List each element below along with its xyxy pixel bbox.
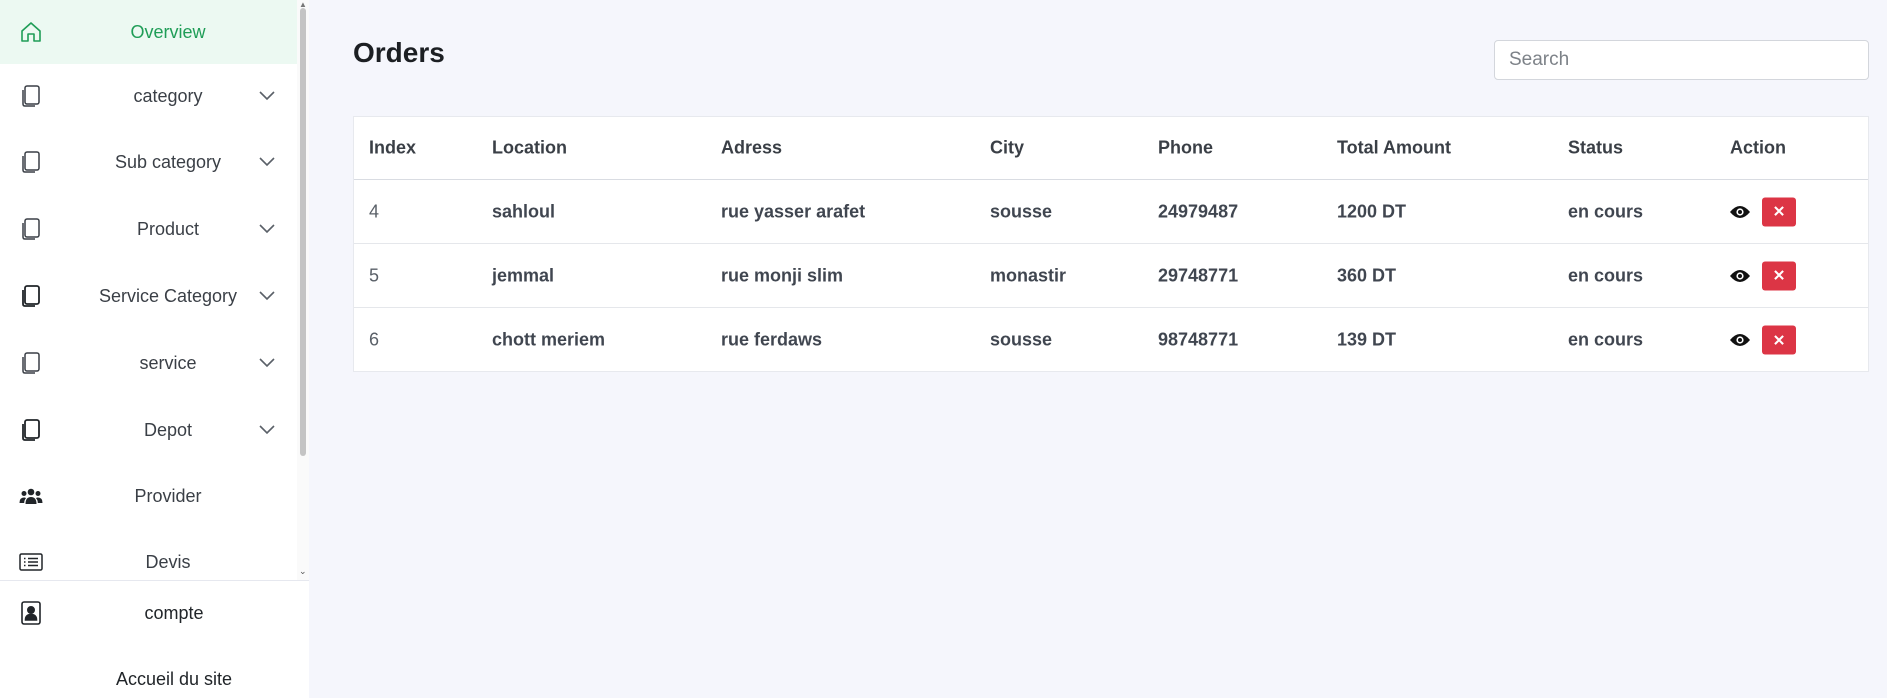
sidebar-item-label: Sub category [114,151,222,172]
sidebar-item-label: Provider [134,485,202,506]
column-header-adress: Adress [721,137,783,158]
eye-icon[interactable] [1729,332,1751,348]
column-header-total-amount: Total Amount [1337,137,1451,158]
account-icon [19,601,43,625]
sidebar-scrollbar[interactable]: ▲ ⌄ [297,0,309,580]
sidebar-item-label: compte [144,603,204,623]
cell-city: monastir [990,265,1067,285]
sidebar-menu: Overview category Sub category Product S… [0,0,297,580]
column-header-status: Status [1568,137,1624,158]
sidebar-item-service[interactable]: service [0,331,297,395]
sidebar-item-label: category [133,85,203,106]
copy-icon [19,217,43,241]
sidebar-item-category[interactable]: category [0,64,297,128]
cell-status: en cours [1568,265,1644,285]
copy-icon [19,284,43,308]
cell-index: 4 [369,201,380,221]
scrollbar-thumb[interactable] [300,8,306,456]
table-row: 4 sahloul rue yasser arafet sousse 24979… [354,180,1868,244]
sidebar-item-label: Overview [130,21,206,42]
chevron-down-icon [258,153,276,171]
sidebar-item-overview[interactable]: Overview [0,0,297,64]
cell-total-amount: 360 DT [1337,265,1397,285]
table-header-row: Index Location Adress City Phone Total A… [354,117,1868,180]
cell-total-amount: 1200 DT [1337,201,1407,221]
sidebar-item-provider[interactable]: Provider [0,464,297,528]
cell-city: sousse [990,201,1053,221]
close-icon: ✕ [1772,332,1786,349]
cell-location: chott meriem [492,329,606,350]
cell-adress: rue ferdaws [721,329,823,350]
cell-total-amount: 139 DT [1337,329,1397,350]
cell-phone: 29748771 [1158,265,1239,285]
cell-adress: rue yasser arafet [721,201,866,221]
sidebar-item-label: Devis [145,551,191,572]
copy-icon [19,351,43,375]
table-row: 5 jemmal rue monji slim monastir 2974877… [354,244,1868,308]
column-header-action: Action [1730,137,1786,158]
copy-icon [19,418,43,442]
column-header-city: City [990,137,1025,158]
sidebar: Overview category Sub category Product S… [0,0,309,698]
cell-phone: 98748771 [1158,329,1239,350]
column-header-location: Location [492,137,567,158]
sidebar-item-product[interactable]: Product [0,197,297,261]
sidebar-item-depot[interactable]: Depot [0,398,297,462]
eye-icon[interactable] [1729,268,1751,284]
sidebar-item-label: Accueil du site [115,669,233,689]
sidebar-item-label: Product [136,218,200,239]
delete-button[interactable]: ✕ [1762,197,1796,226]
cell-city: sousse [990,329,1053,350]
close-icon: ✕ [1772,203,1786,221]
sidebar-item-service-category[interactable]: Service Category [0,264,297,328]
page-title: Orders [353,37,445,68]
sidebar-footer: compte Accueil du site [0,580,309,698]
eye-icon[interactable] [1729,204,1751,220]
sidebar-item-label: service [139,352,197,373]
list-icon [19,550,43,574]
cell-index: 6 [369,329,380,350]
chevron-down-icon [258,287,276,305]
delete-button[interactable]: ✕ [1762,261,1796,290]
chevron-down-icon [258,220,276,238]
sidebar-item-devis[interactable]: Devis [0,530,297,580]
cell-status: en cours [1568,329,1644,350]
chevron-down-icon[interactable]: ⌄ [299,566,307,577]
search-input[interactable] [1494,40,1869,80]
cell-adress: rue monji slim [721,265,844,285]
cell-index: 5 [369,265,380,285]
sidebar-item-sub-category[interactable]: Sub category [0,130,297,194]
copy-icon [19,84,43,108]
sidebar-item-label: Depot [143,419,193,440]
sidebar-item-compte[interactable]: compte [0,589,309,637]
chevron-down-icon [258,421,276,439]
column-header-index: Index [369,137,417,158]
cell-location: sahloul [492,201,556,221]
column-header-phone: Phone [1158,137,1214,158]
chevron-down-icon [258,87,276,105]
cell-phone: 24979487 [1158,201,1239,221]
copy-icon [19,150,43,174]
close-icon: ✕ [1772,267,1786,285]
orders-table: Index Location Adress City Phone Total A… [353,116,1869,372]
table-row: 6 chott meriem rue ferdaws sousse 987487… [354,308,1868,372]
cell-location: jemmal [492,265,555,285]
users-icon [19,484,43,508]
sidebar-item-accueil-du-site[interactable]: Accueil du site [0,655,309,698]
sidebar-item-label: Service Category [98,285,238,306]
cell-status: en cours [1568,201,1644,221]
delete-button[interactable]: ✕ [1762,325,1796,355]
chevron-down-icon [258,354,276,372]
home-icon [19,20,43,44]
